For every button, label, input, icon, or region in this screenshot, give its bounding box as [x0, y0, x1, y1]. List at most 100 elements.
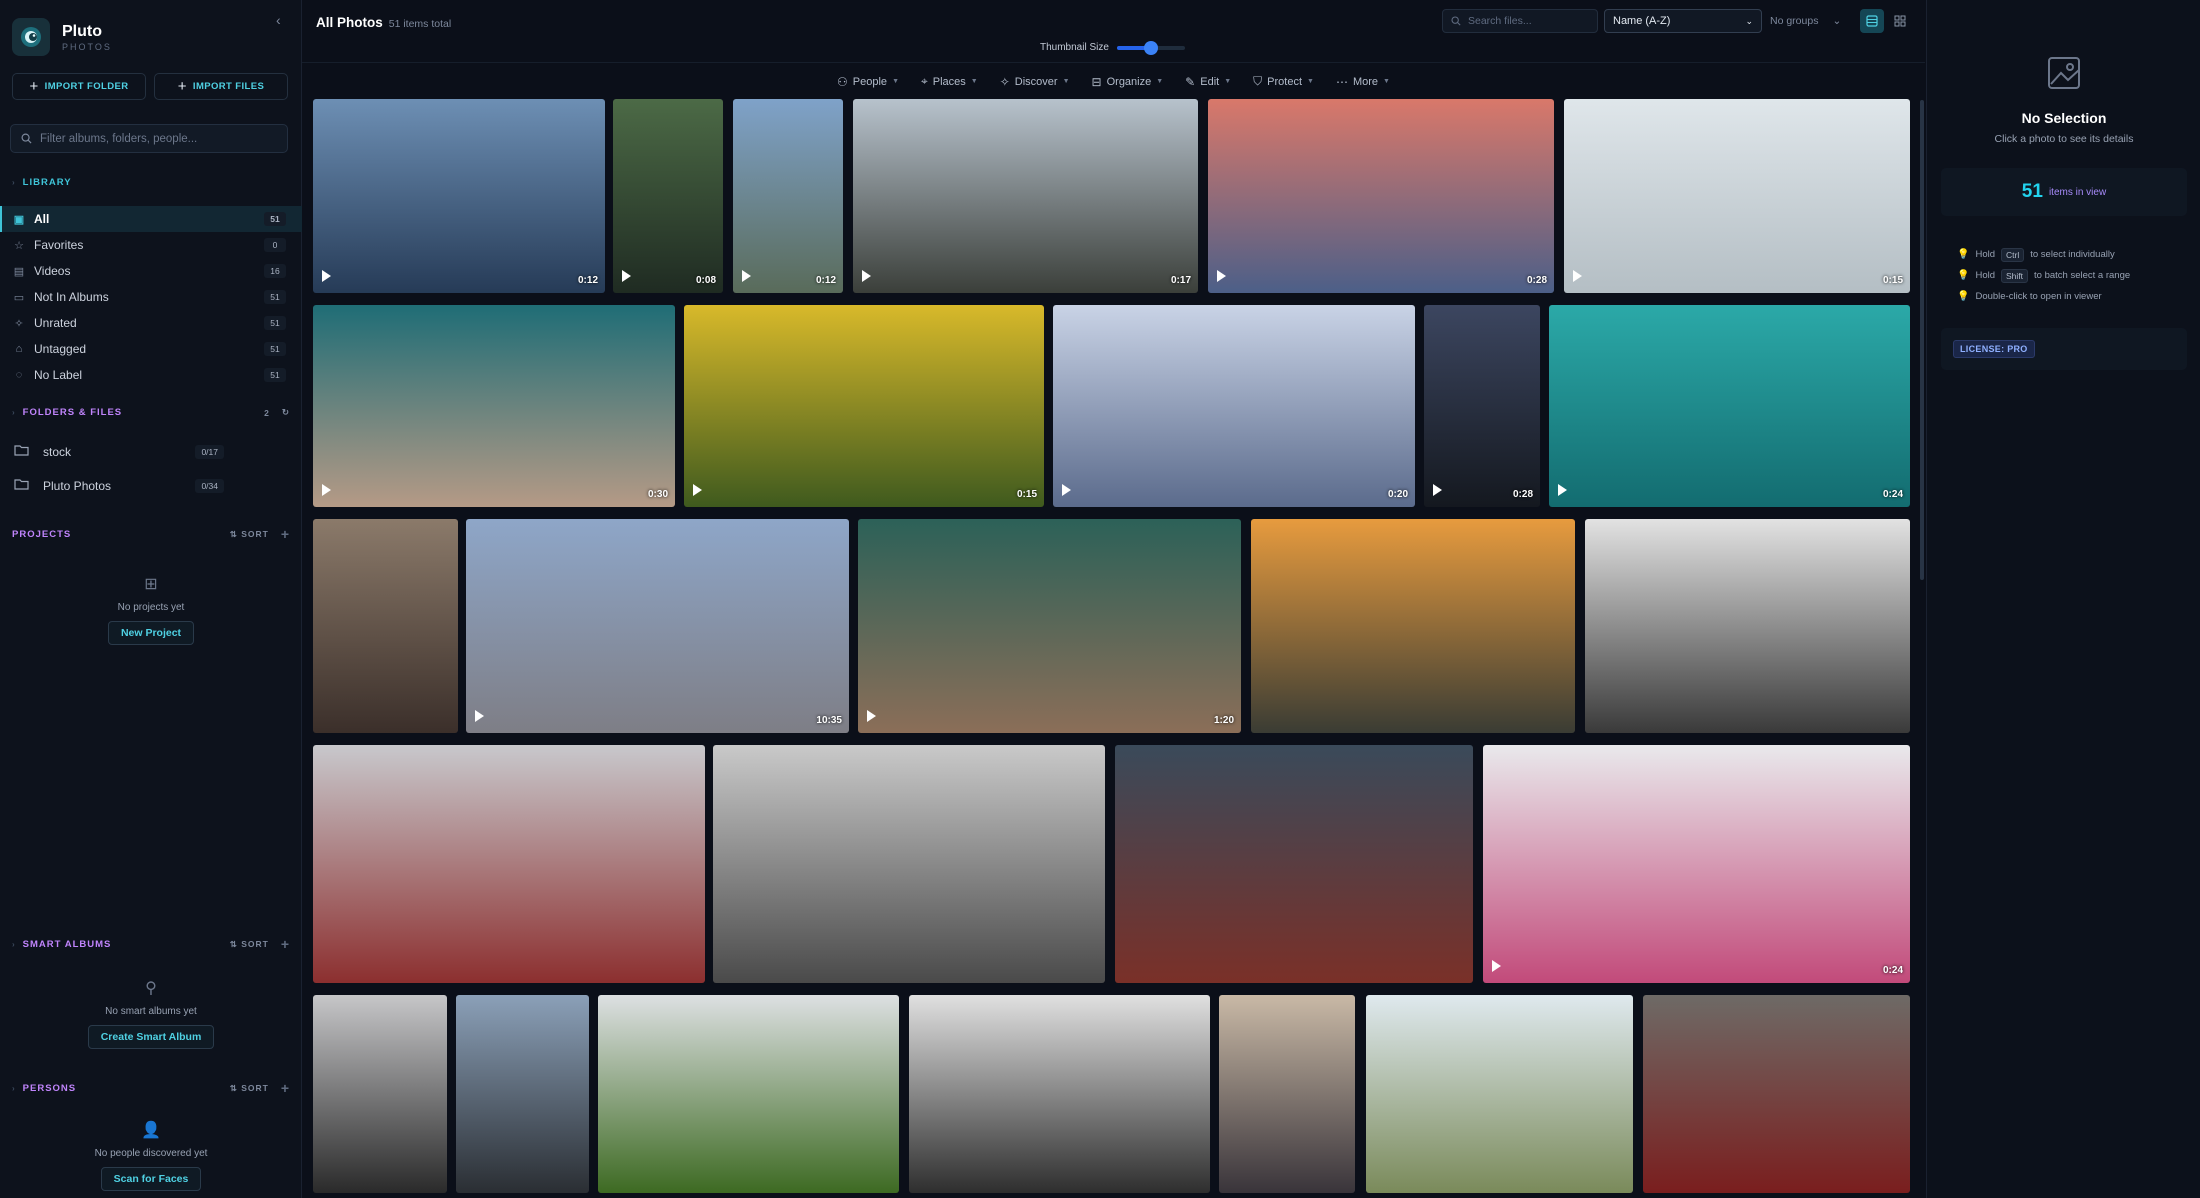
projects-section-header[interactable]: PROJECTS ⇅ SORT +	[12, 526, 290, 542]
group-select[interactable]: No groups ⌄	[1770, 9, 1850, 33]
brand: Pluto PHOTOS	[12, 18, 112, 56]
scan-for-faces-button[interactable]: Scan for Faces	[100, 1167, 202, 1191]
photo-thumbnail[interactable]	[313, 995, 447, 1193]
photo-thumbnail[interactable]: 0:24	[1483, 745, 1910, 983]
toolbar-label: Discover	[1014, 75, 1058, 88]
license-badge: LICENSE: PRO	[1953, 340, 2035, 358]
folder-count: 0/17	[195, 444, 224, 459]
count-badge: 0	[264, 238, 286, 252]
video-duration: 0:24	[1882, 489, 1903, 500]
toolbar-more[interactable]: ⋯ More ▼	[1336, 74, 1390, 89]
toolbar-label: Edit	[1200, 75, 1220, 88]
hint-double-click: 💡 Double-click to open in viewer	[1957, 286, 2130, 307]
photo-thumbnail[interactable]: 1:20	[858, 519, 1241, 733]
scrollbar[interactable]	[1920, 100, 1924, 580]
add-person-icon[interactable]: +	[281, 1080, 290, 1096]
play-icon	[742, 270, 751, 282]
photo-thumbnail[interactable]	[1251, 519, 1575, 733]
video-duration: 0:08	[695, 275, 716, 286]
items-in-view-label: items in view	[2048, 186, 2107, 198]
add-project-icon[interactable]: +	[281, 526, 290, 542]
toolbar-places[interactable]: ⌖ Places ▼	[921, 74, 978, 89]
photo-thumbnail[interactable]: 0:15	[684, 305, 1044, 507]
grid-view-button[interactable]	[1888, 9, 1912, 33]
sort-projects-button[interactable]: ⇅ SORT	[230, 529, 269, 540]
photo-thumbnail[interactable]	[1643, 995, 1910, 1193]
slider-knob[interactable]	[1143, 40, 1158, 55]
toolbar-edit[interactable]: ✎ Edit ▼	[1185, 74, 1231, 89]
thumbnail-size-slider[interactable]	[1116, 40, 1185, 55]
add-smart-album-icon[interactable]: +	[281, 936, 290, 952]
photo-thumbnail[interactable]	[1219, 995, 1355, 1193]
sort-persons-button[interactable]: ⇅ SORT	[230, 1083, 269, 1094]
toolbar-organize[interactable]: ⊟ Organize ▼	[1092, 74, 1164, 89]
import-folder-button[interactable]: + IMPORT FOLDER	[12, 73, 146, 100]
sort-smart-albums-button[interactable]: ⇅ SORT	[230, 939, 269, 950]
library-item-favorites[interactable]: ☆ Favorites 0	[0, 232, 302, 258]
library-item-all[interactable]: ▣ All 51	[0, 206, 302, 232]
photo-thumbnail[interactable]	[456, 995, 589, 1193]
photo-thumbnail[interactable]: 0:17	[853, 99, 1198, 293]
chevron-down-icon: ▼	[1224, 78, 1232, 85]
photo-thumbnail[interactable]	[909, 995, 1210, 1193]
photo-thumbnail[interactable]	[313, 745, 705, 983]
details-title: No Selection	[2021, 110, 2107, 126]
smart-albums-empty-text: No smart albums yet	[105, 1006, 197, 1017]
smart-albums-empty-state: ⚲ No smart albums yet Create Smart Album	[0, 978, 302, 1049]
photo-thumbnail[interactable]	[713, 745, 1105, 983]
photo-thumbnail[interactable]: 0:30	[313, 305, 675, 507]
items-in-view-count: 51	[2021, 181, 2043, 202]
folder-item-stock[interactable]: stock 0/17	[14, 444, 288, 459]
photo-thumbnail[interactable]: 10:35	[466, 519, 849, 733]
photo-thumbnail[interactable]	[1585, 519, 1910, 733]
photo-thumbnail[interactable]: 0:15	[1564, 99, 1910, 293]
search-input[interactable]: Search files...	[1442, 9, 1598, 33]
action-toolbar: ⚇ People ▼ ⌖ Places ▼ ✧ Discover ▼ ⊟ Organize ▼ …	[302, 74, 1925, 89]
library-item-unrated[interactable]: ✧ Unrated 51	[0, 310, 302, 336]
toolbar-people[interactable]: ⚇ People ▼	[837, 74, 899, 89]
photo-thumbnail[interactable]: 0:12	[313, 99, 605, 293]
photo-thumbnail[interactable]: 0:20	[1053, 305, 1415, 507]
photo-thumbnail[interactable]: 0:12	[733, 99, 843, 293]
library-item-no-label[interactable]: ◌ No Label 51	[0, 362, 302, 388]
folder-item-pluto-photos[interactable]: Pluto Photos 0/34	[14, 478, 288, 493]
library-item-not-in-albums[interactable]: ▭ Not In Albums 51	[0, 284, 302, 310]
library-item-label: Unrated	[34, 316, 77, 330]
refresh-icon[interactable]: ↻	[282, 407, 290, 418]
toolbar-label: Places	[932, 75, 966, 88]
photo-thumbnail[interactable]: 0:28	[1424, 305, 1540, 507]
hint-shift: 💡 Hold Shift to batch select a range	[1957, 265, 2130, 286]
photo-thumbnail[interactable]	[1366, 995, 1633, 1193]
library-section-header[interactable]: › LIBRARY	[12, 177, 290, 188]
folder-count: 0/34	[195, 478, 224, 493]
chevron-down-icon: ▼	[1062, 78, 1070, 85]
smart-albums-section-header[interactable]: › SMART ALBUMS ⇅ SORT +	[12, 936, 290, 952]
image-placeholder-icon	[1927, 56, 2200, 90]
photo-thumbnail[interactable]: 0:28	[1208, 99, 1554, 293]
list-view-button[interactable]	[1860, 9, 1884, 33]
folders-section-header[interactable]: › FOLDERS & FILES 2 ↻	[12, 407, 290, 418]
filter-input[interactable]: Filter albums, folders, people...	[10, 124, 288, 153]
library-item-videos[interactable]: ▤ Videos 16	[0, 258, 302, 284]
folder-off-icon: ▭	[13, 291, 25, 304]
toolbar-protect[interactable]: ⛉ Protect ▼	[1253, 74, 1314, 89]
persons-section-header[interactable]: › PERSONS ⇅ SORT +	[12, 1080, 290, 1096]
grid-view-icon	[1894, 15, 1906, 27]
toolbar-discover[interactable]: ✧ Discover ▼	[1000, 74, 1070, 89]
library-item-label: Videos	[34, 264, 71, 278]
library-item-untagged[interactable]: ⌂ Untagged 51	[0, 336, 302, 362]
photo-thumbnail[interactable]	[1115, 745, 1473, 983]
photo-thumbnail[interactable]: 0:08	[613, 99, 723, 293]
map-pin-icon: ⌖	[921, 74, 928, 88]
import-files-button[interactable]: + IMPORT FILES	[154, 73, 288, 100]
key-ctrl: Ctrl	[2001, 247, 2025, 262]
photo-thumbnail[interactable]	[313, 519, 458, 733]
play-icon	[1217, 270, 1226, 282]
photo-thumbnail[interactable]	[598, 995, 899, 1193]
sort-select[interactable]: Name (A-Z) ⌄	[1604, 9, 1762, 33]
photo-thumbnail[interactable]: 0:24	[1549, 305, 1910, 507]
create-smart-album-button[interactable]: Create Smart Album	[87, 1025, 215, 1049]
new-project-button[interactable]: New Project	[107, 621, 195, 645]
collapse-sidebar-icon[interactable]: ‹	[276, 12, 281, 28]
hint-text: to select individually	[2030, 249, 2115, 260]
